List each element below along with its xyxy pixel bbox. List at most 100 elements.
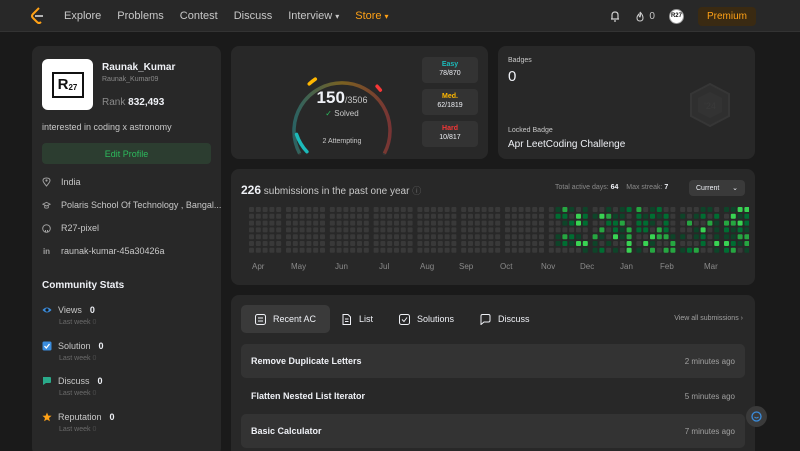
heatmap-cell[interactable]: [292, 213, 298, 219]
heatmap-cell[interactable]: [626, 241, 632, 246]
heatmap-cell[interactable]: [343, 220, 349, 226]
heatmap-cell[interactable]: [700, 213, 706, 219]
heatmap-cell[interactable]: [306, 247, 312, 253]
heatmap-cell[interactable]: [299, 220, 305, 226]
heatmap-cell[interactable]: [474, 227, 480, 233]
heatmap-cell[interactable]: [363, 247, 369, 253]
github-row[interactable]: R27-pixel: [42, 223, 99, 233]
heatmap-cell[interactable]: [488, 241, 494, 246]
heatmap-cell[interactable]: [569, 213, 575, 219]
heatmap-cell[interactable]: [619, 213, 625, 219]
heatmap-cell[interactable]: [643, 213, 649, 219]
heatmap-cell[interactable]: [606, 247, 612, 253]
heatmap-cell[interactable]: [373, 241, 379, 246]
heatmap-cell[interactable]: [636, 213, 642, 219]
heatmap-cell[interactable]: [474, 234, 480, 240]
heatmap-cell[interactable]: [417, 207, 423, 212]
heatmap-cell[interactable]: [336, 220, 342, 226]
heatmap-cell[interactable]: [707, 207, 713, 212]
heatmap-cell[interactable]: [357, 227, 362, 233]
heatmap-cell[interactable]: [343, 207, 349, 212]
heatmap-cell[interactable]: [693, 234, 699, 240]
submission-title[interactable]: Remove Duplicate Letters: [251, 356, 362, 366]
heatmap-cell[interactable]: [511, 247, 517, 253]
submission-row[interactable]: Flatten Nested List Iterator 5 minutes a…: [241, 379, 745, 413]
heatmap-cell[interactable]: [286, 247, 291, 253]
heatmap-cell[interactable]: [451, 241, 457, 246]
heatmap-cell[interactable]: [313, 241, 319, 246]
heatmap-cell[interactable]: [707, 227, 713, 233]
heatmap-cell[interactable]: [539, 234, 544, 240]
heatmap-cell[interactable]: [269, 213, 275, 219]
heatmap-cell[interactable]: [714, 227, 720, 233]
heatmap-cell[interactable]: [495, 241, 501, 246]
heatmap-cell[interactable]: [286, 213, 291, 219]
heatmap-cell[interactable]: [599, 247, 605, 253]
heatmap-cell[interactable]: [569, 241, 575, 246]
heatmap-cell[interactable]: [737, 213, 743, 219]
heatmap-cell[interactable]: [474, 213, 480, 219]
heatmap-cell[interactable]: [451, 207, 457, 212]
heatmap-cell[interactable]: [407, 207, 413, 212]
heatmap-cell[interactable]: [569, 227, 575, 233]
heatmap-cell[interactable]: [306, 207, 312, 212]
heatmap-cell[interactable]: [373, 213, 379, 219]
tab-solutions[interactable]: Solutions: [385, 305, 468, 333]
tab-recent-ac[interactable]: Recent AC: [241, 305, 331, 333]
heatmap-cell[interactable]: [488, 220, 494, 226]
heatmap-cell[interactable]: [569, 247, 575, 253]
heatmap-cell[interactable]: [599, 241, 605, 246]
heatmap-cell[interactable]: [299, 213, 305, 219]
heatmap-cell[interactable]: [437, 220, 443, 226]
heatmap-cell[interactable]: [451, 213, 457, 219]
heatmap-cell[interactable]: [387, 207, 393, 212]
heatmap-cell[interactable]: [400, 213, 406, 219]
heatmap-cell[interactable]: [532, 227, 538, 233]
heatmap-cell[interactable]: [431, 207, 436, 212]
heatmap-cell[interactable]: [700, 241, 706, 246]
heatmap-cell[interactable]: [394, 234, 399, 240]
heatmap-cell[interactable]: [730, 247, 736, 253]
heatmap-cell[interactable]: [693, 207, 699, 212]
heatmap-cell[interactable]: [700, 220, 706, 226]
heatmap-cell[interactable]: [518, 227, 524, 233]
heatmap-cell[interactable]: [518, 220, 524, 226]
heatmap-cell[interactable]: [488, 247, 494, 253]
heatmap-cell[interactable]: [505, 213, 510, 219]
heatmap-cell[interactable]: [313, 207, 319, 212]
heatmap-cell[interactable]: [255, 213, 261, 219]
heatmap-cell[interactable]: [663, 213, 669, 219]
info-icon[interactable]: ⓘ: [412, 186, 421, 196]
heatmap-cell[interactable]: [269, 227, 275, 233]
heatmap-cell[interactable]: [400, 220, 406, 226]
heatmap-cell[interactable]: [724, 207, 729, 212]
heatmap-cell[interactable]: [613, 241, 618, 246]
heatmap-cell[interactable]: [562, 213, 568, 219]
heatmap-cell[interactable]: [269, 207, 275, 212]
heatmap-cell[interactable]: [437, 241, 443, 246]
heatmap-cell[interactable]: [636, 220, 642, 226]
heatmap-cell[interactable]: [444, 220, 450, 226]
heatmap-cell[interactable]: [707, 247, 713, 253]
heatmap-cell[interactable]: [336, 241, 342, 246]
nav-interview[interactable]: Interview ▾: [288, 10, 339, 22]
heatmap-cell[interactable]: [532, 247, 538, 253]
heatmap-cell[interactable]: [451, 247, 457, 253]
heatmap-cell[interactable]: [269, 241, 275, 246]
heatmap-cell[interactable]: [511, 227, 517, 233]
heatmap-cell[interactable]: [670, 227, 676, 233]
heatmap-cell[interactable]: [724, 247, 729, 253]
heatmap-cell[interactable]: [461, 227, 467, 233]
heatmap-cell[interactable]: [700, 227, 706, 233]
heatmap-cell[interactable]: [276, 227, 282, 233]
heatmap-cell[interactable]: [481, 247, 487, 253]
heatmap-cell[interactable]: [444, 227, 450, 233]
heatmap-cell[interactable]: [474, 247, 480, 253]
heatmap-cell[interactable]: [599, 213, 605, 219]
heatmap-cell[interactable]: [394, 207, 399, 212]
heatmap-cell[interactable]: [424, 241, 430, 246]
heatmap-cell[interactable]: [518, 207, 524, 212]
heatmap-cell[interactable]: [387, 247, 393, 253]
heatmap-cell[interactable]: [249, 220, 254, 226]
view-all-submissions-link[interactable]: View all submissions ›: [674, 315, 743, 322]
